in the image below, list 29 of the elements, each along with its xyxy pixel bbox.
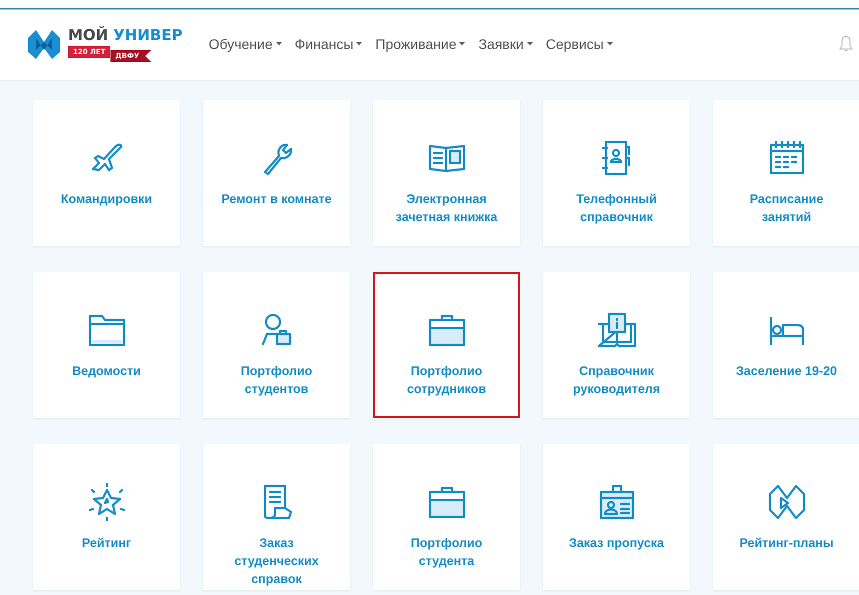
- service-tile[interactable]: Заселение 19-20: [713, 272, 859, 418]
- nav-menu-item[interactable]: Проживание: [375, 36, 466, 52]
- nav-menu-item[interactable]: Обучение: [208, 36, 282, 52]
- service-tile[interactable]: Электронная зачетная книжка: [373, 100, 520, 246]
- nav-menu-item[interactable]: Сервисы: [546, 36, 613, 52]
- caret-icon: [459, 42, 466, 46]
- service-tile[interactable]: Портфолио студентов: [203, 272, 350, 418]
- logo-text: УНИВЕР: [113, 26, 183, 44]
- service-tile[interactable]: Заказ пропуска: [543, 444, 690, 590]
- caret-icon: [356, 42, 362, 46]
- service-tile[interactable]: Ведомости: [33, 272, 180, 418]
- service-tile[interactable]: Рейтинг-планы: [713, 444, 859, 590]
- caret-icon: [526, 42, 533, 46]
- service-tile[interactable]: Справочник руководителя: [543, 272, 690, 418]
- service-tile[interactable]: Портфолио сотрудников: [373, 272, 520, 418]
- nav-menu-item[interactable]: Финансы: [294, 36, 362, 52]
- nav-menu-item[interactable]: Заявки: [478, 36, 533, 52]
- caret-icon: [276, 42, 282, 46]
- logo-icon: [26, 28, 62, 60]
- logo-text: МОЙ: [68, 26, 108, 44]
- service-tile[interactable]: Ремонт в комнате: [203, 100, 350, 246]
- service-tile[interactable]: Телефонный справочник: [543, 100, 690, 246]
- service-tile[interactable]: Заказ студенческих справок: [203, 444, 350, 590]
- service-tile[interactable]: Расписание занятий: [713, 100, 859, 246]
- service-tile[interactable]: Командировки: [33, 100, 180, 246]
- caret-icon: [606, 42, 613, 46]
- bell-icon[interactable]: [839, 35, 853, 53]
- service-tile[interactable]: Портфолио студента: [373, 444, 520, 590]
- service-tile[interactable]: Рейтинг: [33, 444, 180, 590]
